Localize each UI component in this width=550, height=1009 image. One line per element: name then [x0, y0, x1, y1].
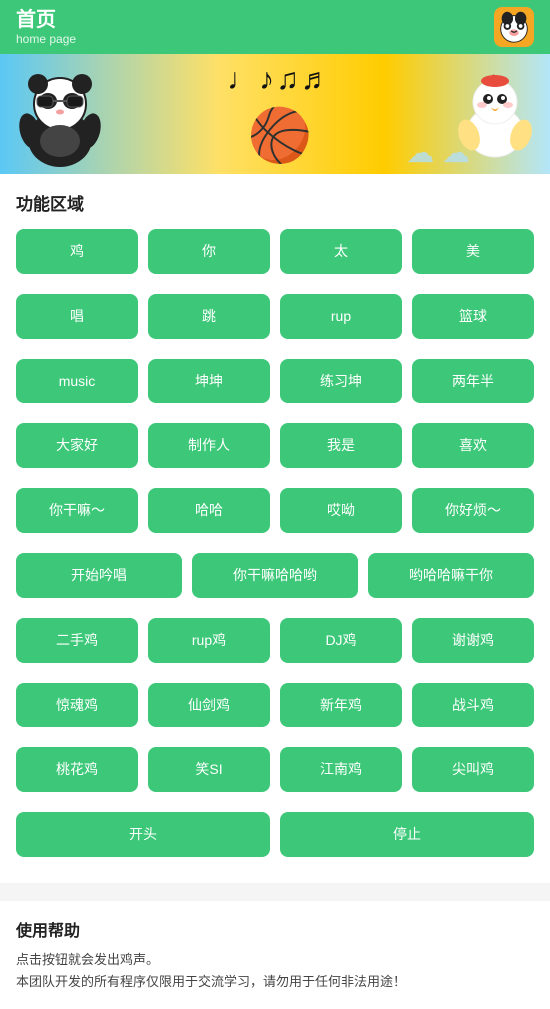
page-title: 首页	[16, 8, 76, 32]
btn-kaishiyinchang[interactable]: 开始吟唱	[16, 553, 182, 598]
btn-zhandouji[interactable]: 战斗鸡	[412, 683, 534, 728]
btn-aiyou[interactable]: 哎呦	[280, 488, 402, 533]
btn-kunkun[interactable]: 坤坤	[148, 359, 270, 404]
banner: ♩♪♫♬ 🏀	[0, 54, 550, 174]
btn-niganma[interactable]: 你干嘛～	[16, 488, 138, 533]
button-row-7: 二手鸡 rup鸡 DJ鸡 谢谢鸡	[16, 618, 534, 663]
button-row-8: 惊魂鸡 仙剑鸡 新年鸡 战斗鸡	[16, 683, 534, 728]
btn-dajiahao[interactable]: 大家好	[16, 423, 138, 468]
buttons-area: 鸡 你 太 美 唱 跳 rup 篮球 music 坤坤 练习坤 两年半 大家好 …	[16, 229, 534, 867]
btn-chang[interactable]: 唱	[16, 294, 138, 339]
btn-zhizuoren[interactable]: 制作人	[148, 423, 270, 468]
banner-center: ♩♪♫♬ 🏀	[110, 63, 450, 166]
btn-tai[interactable]: 太	[280, 229, 402, 274]
btn-xiaosi[interactable]: 笑SI	[148, 747, 270, 792]
help-text-2: 本团队开发的所有程序仅限用于交流学习，请勿用于任何非法用途！	[16, 971, 534, 993]
basketball-icon: 🏀	[248, 105, 313, 166]
button-row-6: 开始吟唱 你干嘛哈哈哟 哟哈哈嘛干你	[16, 553, 534, 598]
btn-xiejieji[interactable]: 谢谢鸡	[412, 618, 534, 663]
button-row-5: 你干嘛～ 哈哈 哎呦 你好烦～	[16, 488, 534, 533]
btn-liangnianban[interactable]: 两年半	[412, 359, 534, 404]
header-title-block: 首页 home page	[16, 8, 76, 46]
button-row-action: 开头 停止	[16, 812, 534, 857]
button-row-2: 唱 跳 rup 篮球	[16, 294, 534, 339]
btn-jiangnanji[interactable]: 江南鸡	[280, 747, 402, 792]
btn-xihuan[interactable]: 喜欢	[412, 423, 534, 468]
btn-nihaofan[interactable]: 你好烦～	[412, 488, 534, 533]
help-title: 使用帮助	[16, 917, 534, 941]
btn-xianjianji[interactable]: 仙剑鸡	[148, 683, 270, 728]
help-text-1: 点击按钮就会发出鸡声。	[16, 949, 534, 971]
btn-yohahama[interactable]: 哟哈哈嘛干你	[368, 553, 534, 598]
avatar	[494, 7, 534, 47]
btn-tiao[interactable]: 跳	[148, 294, 270, 339]
btn-jinghuniji[interactable]: 惊魂鸡	[16, 683, 138, 728]
btn-lianxikun[interactable]: 练习坤	[280, 359, 402, 404]
chicken-figure	[455, 67, 535, 162]
btn-woshi[interactable]: 我是	[280, 423, 402, 468]
banner-right	[450, 67, 540, 162]
btn-lanqiu[interactable]: 篮球	[412, 294, 534, 339]
btn-ni[interactable]: 你	[148, 229, 270, 274]
btn-ji[interactable]: 鸡	[16, 229, 138, 274]
panda-figure	[10, 59, 110, 169]
btn-kaitou[interactable]: 开头	[16, 812, 270, 857]
section-title-function: 功能区域	[16, 190, 534, 215]
button-row-9: 桃花鸡 笑SI 江南鸡 尖叫鸡	[16, 747, 534, 792]
page-subtitle: home page	[16, 32, 76, 46]
btn-tingzhi[interactable]: 停止	[280, 812, 534, 857]
button-row-1: 鸡 你 太 美	[16, 229, 534, 274]
btn-haha[interactable]: 哈哈	[148, 488, 270, 533]
panda-character	[10, 59, 110, 169]
help-section: 使用帮助 点击按钮就会发出鸡声。 本团队开发的所有程序仅限用于交流学习，请勿用于…	[0, 893, 550, 1009]
banner-content: ♩♪♫♬ 🏀	[0, 54, 550, 174]
btn-niganmahahayao[interactable]: 你干嘛哈哈哟	[192, 553, 358, 598]
button-row-4: 大家好 制作人 我是 喜欢	[16, 423, 534, 468]
btn-taohuaji[interactable]: 桃花鸡	[16, 747, 138, 792]
btn-djji[interactable]: DJ鸡	[280, 618, 402, 663]
btn-xinnianj[interactable]: 新年鸡	[280, 683, 402, 728]
btn-jianjiaoji[interactable]: 尖叫鸡	[412, 747, 534, 792]
button-row-3: music 坤坤 练习坤 两年半	[16, 359, 534, 404]
btn-rupji[interactable]: rup鸡	[148, 618, 270, 663]
btn-music[interactable]: music	[16, 359, 138, 404]
btn-mei[interactable]: 美	[412, 229, 534, 274]
panda-icon	[495, 8, 533, 46]
main-content: 功能区域 鸡 你 太 美 唱 跳 rup 篮球 music 坤坤 练习坤 两年半…	[0, 174, 550, 883]
btn-rup[interactable]: rup	[280, 294, 402, 339]
btn-ershouji[interactable]: 二手鸡	[16, 618, 138, 663]
header: 首页 home page	[0, 0, 550, 54]
music-notes-icon: ♩♪♫♬	[227, 63, 333, 97]
